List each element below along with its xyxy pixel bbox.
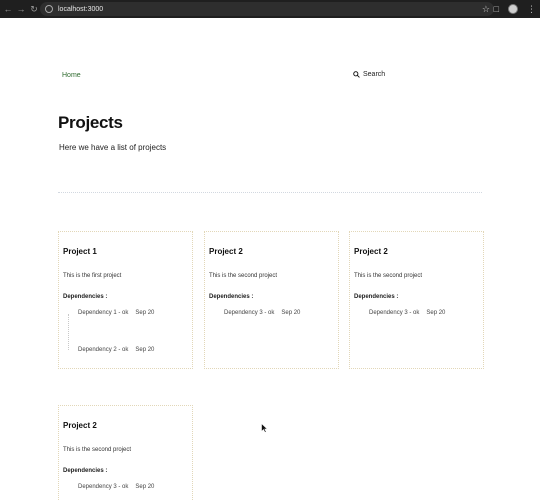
dependency-label: Dependency 3 - ok (369, 310, 420, 316)
home-link[interactable]: Home (62, 72, 81, 79)
dependencies-label: Dependencies : (209, 294, 254, 300)
browser-nav: ← → ↻ (2, 0, 40, 18)
top-navigation: Home Search (62, 71, 482, 84)
search-label: Search (363, 71, 386, 78)
dependency-item: Dependency 2 - ok Sep 20 (78, 347, 154, 353)
project-card[interactable]: Project 1 This is the first project Depe… (58, 231, 193, 369)
project-card[interactable]: Project 2 This is the second project Dep… (204, 231, 339, 369)
dependency-connector (68, 314, 69, 350)
dependency-item: Dependency 3 - ok Sep 20 (224, 310, 300, 316)
project-title: Project 2 (209, 247, 243, 256)
project-title: Project 1 (63, 247, 97, 256)
dependency-date: Sep 20 (281, 310, 301, 316)
dependency-date: Sep 20 (135, 484, 155, 490)
bookmark-star-icon[interactable]: ☆ (482, 3, 490, 15)
project-description: This is the second project (209, 273, 278, 279)
dependency-item: Dependency 3 - ok Sep 20 (78, 484, 154, 490)
profile-avatar[interactable] (508, 4, 518, 14)
page-subtitle: Here we have a list of projects (59, 143, 167, 152)
site-info-icon[interactable] (45, 5, 53, 13)
dependencies-label: Dependencies : (354, 294, 399, 300)
address-url[interactable]: localhost:3000 (58, 6, 103, 13)
project-title: Project 2 (354, 247, 388, 256)
dependency-item: Dependency 3 - ok Sep 20 (369, 310, 445, 316)
search-button[interactable]: Search (353, 71, 385, 78)
forward-icon[interactable]: → (15, 0, 27, 18)
browser-toolbar: ← → ↻ localhost:3000 ☆ □ ⋮ (0, 0, 540, 18)
address-bar[interactable]: localhost:3000 ☆ (40, 2, 494, 16)
dependency-date: Sep 20 (135, 347, 155, 353)
dependencies-label: Dependencies : (63, 468, 108, 474)
browser-menu-icon[interactable]: ⋮ (527, 4, 536, 15)
project-card[interactable]: Project 2 This is the second project Dep… (349, 231, 484, 369)
project-description: This is the second project (354, 273, 423, 279)
dependency-label: Dependency 3 - ok (224, 310, 275, 316)
mouse-cursor-icon (261, 423, 268, 433)
dependency-date: Sep 20 (426, 310, 446, 316)
section-divider (58, 192, 482, 193)
back-icon[interactable]: ← (2, 0, 14, 18)
search-icon (353, 71, 360, 78)
dependency-label: Dependency 3 - ok (78, 484, 129, 490)
project-card[interactable]: Project 2 This is the second project Dep… (58, 405, 193, 500)
browser-actions: □ ⋮ (494, 0, 536, 18)
dependency-item: Dependency 1 - ok Sep 20 (78, 310, 154, 316)
dependency-date: Sep 20 (135, 310, 155, 316)
dependencies-label: Dependencies : (63, 294, 108, 300)
page-title: Projects (58, 113, 123, 132)
reload-icon[interactable]: ↻ (28, 0, 40, 18)
dependency-label: Dependency 1 - ok (78, 310, 129, 316)
dependency-label: Dependency 2 - ok (78, 347, 129, 353)
project-description: This is the first project (63, 273, 122, 279)
extensions-icon[interactable]: □ (494, 4, 499, 14)
project-title: Project 2 (63, 421, 97, 430)
project-description: This is the second project (63, 447, 132, 453)
